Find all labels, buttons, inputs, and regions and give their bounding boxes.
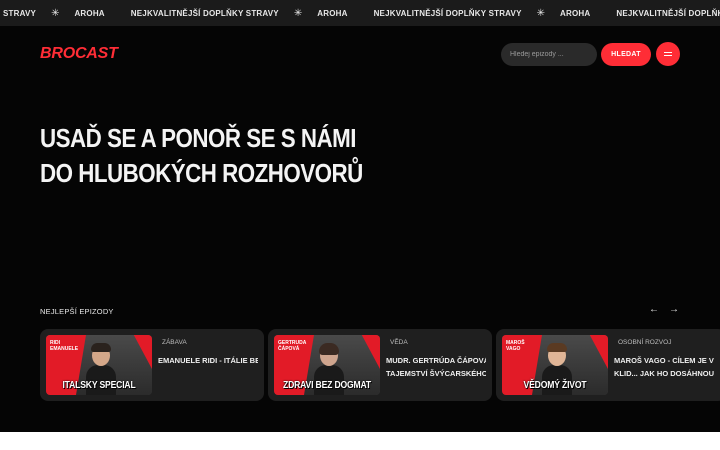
ticker-item: STRAVY [3, 8, 37, 18]
hero-title-line: USAĎ SE A PONOŘ SE S NÁMI [40, 123, 356, 153]
guest-hair [547, 343, 567, 352]
episode-title-line: MAROŠ VAGO - CÍLEM JE VNITŘNÍ [614, 356, 714, 365]
guest-hair [91, 343, 111, 352]
ticker-item: AROHA [560, 8, 591, 18]
arrow-right-icon[interactable]: → [667, 304, 681, 315]
episode-thumbnail[interactable]: GERTRUDA ČÁPOVÁ ZDRAVI BEZ DOGMAT [274, 335, 380, 395]
thumbnail-caption: ITALSKY SPECIAL [62, 380, 136, 391]
page: STRAVY ✳ AROHA NEJKVALITNĚJŠÍ DOPLŇKY ST… [0, 0, 720, 432]
episode-category: VĚDA [390, 339, 408, 346]
ticker-item: AROHA [74, 8, 105, 18]
episode-title-line: EMANUELE RIDI - ITÁLIE BEZ FILTRU [158, 356, 258, 365]
episode-title-line: TAJEMSTVÍ ŠVÝCARSKÉHO... [386, 369, 486, 378]
promo-ticker[interactable]: STRAVY ✳ AROHA NEJKVALITNĚJŠÍ DOPLŇKY ST… [0, 0, 720, 26]
sparkle-icon: ✳ [536, 7, 546, 19]
episode-title[interactable]: MUDR. GERTRÚDA ČÁPOVÁ - TAJEMSTVÍ ŠVÝCAR… [386, 354, 486, 380]
episode-card[interactable]: GERTRUDA ČÁPOVÁ ZDRAVI BEZ DOGMAT VĚDA M… [268, 329, 492, 401]
thumbnail-guest-name: GERTRUDA ČÁPOVÁ [278, 340, 307, 352]
thumbnail-guest-name: MAROŠ VAGO [506, 340, 525, 352]
thumbnail-guest-name: RIDI EMANUELE [50, 340, 79, 352]
search-button[interactable]: HLEDAT [601, 43, 651, 66]
episode-thumbnail[interactable]: RIDI EMANUELE ITALSKY SPECIAL [46, 335, 152, 395]
thumbnail-caption: ZDRAVI BEZ DOGMAT [282, 380, 372, 391]
sparkle-icon: ✳ [293, 7, 303, 19]
menu-line [664, 55, 672, 56]
episode-card[interactable]: RIDI EMANUELE ITALSKY SPECIAL ZÁBAVA EMA… [40, 329, 264, 401]
ticker-item: NEJKVALITNĚJŠÍ DOPLŇKY STRAVY [616, 8, 720, 18]
section-label-best-episodes: NEJLEPŠÍ EPIZODY [40, 307, 114, 316]
episode-title-line: MUDR. GERTRÚDA ČÁPOVÁ - [386, 356, 486, 365]
episode-card[interactable]: MAROŠ VAGO VĚDOMÝ ŽIVOT OSOBNÍ ROZVOJ MA… [496, 329, 720, 401]
episode-category: OSOBNÍ ROZVOJ [618, 339, 672, 346]
ticker-item: NEJKVALITNĚJŠÍ DOPLŇKY STRAVY [130, 8, 279, 18]
site-logo[interactable]: BROCAST [40, 45, 118, 63]
thumbnail-caption: VĚDOMÝ ŽIVOT [523, 380, 587, 391]
search-input[interactable] [501, 43, 597, 66]
episode-thumbnail[interactable]: MAROŠ VAGO VĚDOMÝ ŽIVOT [502, 335, 608, 395]
hero-title-line: DO HLUBOKÝCH ROZHOVORŮ [40, 158, 363, 188]
menu-line [664, 52, 672, 53]
sparkle-icon: ✳ [51, 7, 60, 19]
episode-title[interactable]: EMANUELE RIDI - ITÁLIE BEZ FILTRU [158, 354, 258, 367]
episode-category: ZÁBAVA [162, 339, 187, 346]
episode-title-line: KLID... JAK HO DOSÁHNOUT? [614, 369, 714, 378]
guest-hair [319, 343, 339, 355]
ticker-track: STRAVY ✳ AROHA NEJKVALITNĚJŠÍ DOPLŇKY ST… [0, 8, 720, 19]
arrow-left-icon[interactable]: ← [647, 304, 661, 315]
ticker-item: NEJKVALITNĚJŠÍ DOPLŇKY STRAVY [373, 8, 522, 18]
episode-title[interactable]: MAROŠ VAGO - CÍLEM JE VNITŘNÍ KLID... JA… [614, 354, 714, 380]
hero-title: USAĎ SE A PONOŘ SE S NÁMI DO HLUBOKÝCH R… [40, 121, 363, 191]
hamburger-icon[interactable] [656, 42, 680, 66]
ticker-item: AROHA [317, 8, 348, 18]
